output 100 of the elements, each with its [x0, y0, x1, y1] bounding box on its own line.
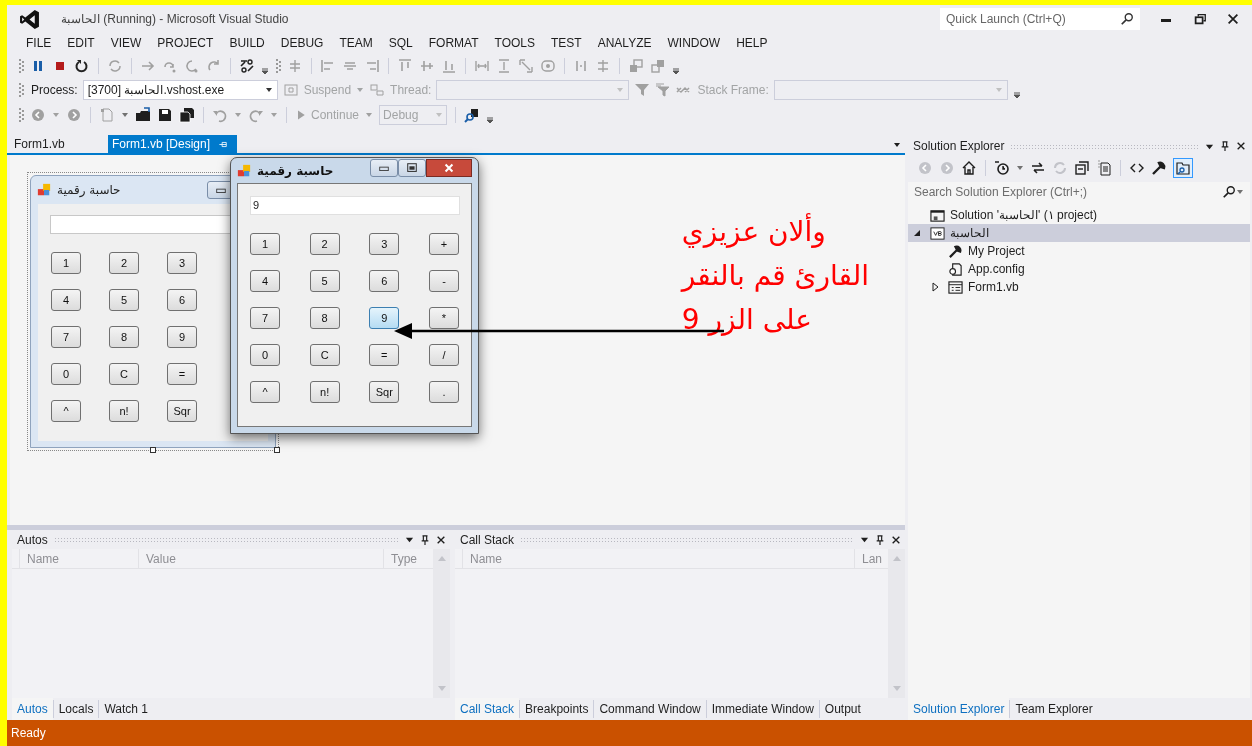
calculator-button[interactable]: 1 — [250, 233, 280, 255]
scroll-up-icon[interactable] — [436, 555, 447, 562]
horizontal-spacing-icon[interactable] — [573, 58, 589, 74]
tool-window-tab[interactable]: Solution Explorer — [908, 698, 1010, 720]
dropdown-caret-icon[interactable] — [405, 535, 414, 544]
tool-window-tab[interactable]: Breakpoints — [519, 700, 594, 718]
document-tab[interactable]: Form1.vb [Design] — [108, 135, 238, 153]
sync-icon[interactable] — [1030, 160, 1046, 176]
tree-item[interactable]: My Project — [908, 242, 1250, 260]
calculator-button[interactable]: * — [428, 307, 459, 329]
calculator-button[interactable]: Sqr — [369, 381, 400, 403]
search-icon[interactable] — [1120, 12, 1134, 26]
calculator-button[interactable]: 8 — [109, 326, 139, 348]
calculator-button[interactable]: 0 — [51, 363, 81, 385]
overflow-icon[interactable] — [672, 66, 680, 76]
calculator-button[interactable]: 9 — [369, 307, 400, 329]
calculator-button[interactable]: / — [428, 344, 459, 366]
menu-item[interactable]: BUILD — [221, 33, 273, 54]
save-all-icon[interactable] — [179, 106, 195, 123]
calculator-button[interactable]: n! — [109, 400, 139, 422]
calculator-button[interactable]: 3 — [369, 233, 400, 255]
bring-to-front-icon[interactable] — [628, 58, 644, 74]
calculator-button[interactable]: n! — [309, 381, 340, 403]
collapsed-arrow-icon[interactable] — [930, 282, 940, 292]
menu-item[interactable]: ANALYZE — [589, 33, 660, 54]
menu-item[interactable]: HELP — [728, 33, 776, 54]
vertical-spacing-icon[interactable] — [595, 58, 611, 74]
search-icon[interactable] — [1222, 185, 1236, 199]
tool-window-tab[interactable]: Locals — [52, 700, 99, 718]
calculator-button[interactable]: Sqr — [167, 400, 197, 422]
home-icon[interactable] — [961, 160, 977, 176]
menu-item[interactable]: TEST — [543, 33, 590, 54]
tab-list-caret-icon[interactable] — [893, 141, 901, 149]
clock-icon[interactable] — [994, 160, 1010, 176]
align-bottom-icon[interactable] — [441, 58, 457, 74]
preview-toggle-button[interactable] — [1173, 158, 1193, 178]
suspend-icon[interactable] — [282, 82, 299, 98]
restart-icon[interactable] — [74, 58, 90, 74]
align-right-icon[interactable] — [364, 58, 380, 74]
back-icon[interactable] — [30, 106, 46, 123]
menu-item[interactable]: FILE — [18, 33, 60, 54]
tool-window-tab[interactable]: Output — [818, 700, 866, 718]
new-project-icon[interactable] — [99, 106, 115, 123]
calculator-button[interactable]: 7 — [250, 307, 280, 329]
scrollbar[interactable] — [433, 549, 450, 698]
tree-item[interactable]: Solution 'الحاسبة' (١ project) — [908, 206, 1250, 224]
dropdown-caret-icon[interactable] — [860, 535, 869, 544]
refresh-icon[interactable] — [1052, 160, 1068, 176]
overflow-icon[interactable] — [486, 115, 495, 125]
calculator-button[interactable]: 2 — [309, 233, 340, 255]
tool-window-tab[interactable]: Watch 1 — [98, 700, 153, 718]
expanded-arrow-icon[interactable] — [912, 228, 922, 238]
forward-icon[interactable] — [66, 106, 82, 123]
overflow-icon[interactable] — [1012, 90, 1021, 100]
size-to-grid-icon[interactable] — [540, 58, 556, 74]
calculator-button[interactable]: 6 — [167, 289, 197, 311]
thread-icon[interactable] — [369, 82, 386, 98]
pin-icon[interactable] — [420, 533, 430, 546]
back-icon[interactable] — [917, 160, 933, 176]
calculator-button[interactable]: 4 — [250, 270, 280, 292]
menu-item[interactable]: DEBUG — [272, 33, 332, 54]
document-tab[interactable]: Form1.vb — [10, 135, 104, 153]
resize-handle[interactable] — [274, 447, 280, 453]
maximize-button[interactable] — [398, 159, 426, 177]
tree-item[interactable]: Form1.vb — [908, 278, 1250, 296]
hex-toggle-icon[interactable] — [239, 58, 255, 74]
calculator-button[interactable]: C — [109, 363, 139, 385]
align-middle-icon[interactable] — [419, 58, 435, 74]
find-in-files-icon[interactable] — [464, 106, 481, 123]
menu-item[interactable]: SQL — [380, 33, 421, 54]
collapse-all-icon[interactable] — [1074, 160, 1090, 176]
process-dropdown[interactable]: [3700] الحاسبة.vshost.exe — [82, 80, 278, 100]
scroll-down-icon[interactable] — [891, 685, 902, 692]
close-button[interactable] — [426, 159, 472, 177]
calculator-button[interactable]: - — [428, 270, 459, 292]
menu-item[interactable]: WINDOW — [659, 33, 729, 54]
thread-dropdown[interactable] — [436, 80, 630, 100]
scroll-down-icon[interactable] — [436, 685, 447, 692]
calculator-button[interactable]: = — [167, 363, 197, 385]
tree-item[interactable]: الحاسبة — [908, 224, 1250, 242]
calculator-button[interactable]: C — [309, 344, 340, 366]
calculator-button[interactable]: 9 — [167, 326, 197, 348]
calculator-button[interactable]: 2 — [109, 252, 139, 274]
filter-icon[interactable] — [634, 82, 651, 98]
calculator-button[interactable]: ^ — [51, 400, 81, 422]
align-icon[interactable] — [287, 58, 303, 74]
calculator-button[interactable]: 1 — [51, 252, 81, 274]
calculator-button[interactable]: 8 — [309, 307, 340, 329]
tool-window-tab[interactable]: Command Window — [593, 700, 706, 718]
tool-window-tab[interactable]: Call Stack — [455, 698, 520, 720]
align-top-icon[interactable] — [397, 58, 413, 74]
close-icon[interactable] — [1226, 12, 1240, 26]
calculator-button[interactable]: 4 — [51, 289, 81, 311]
calculator-button[interactable]: ^ — [250, 381, 280, 403]
calculator-button[interactable]: 5 — [109, 289, 139, 311]
pin-icon[interactable] — [875, 533, 885, 546]
minimize-button[interactable] — [370, 159, 398, 177]
wrench-icon[interactable] — [1151, 160, 1167, 176]
close-icon[interactable] — [1236, 141, 1246, 151]
menu-item[interactable]: TOOLS — [486, 33, 543, 54]
